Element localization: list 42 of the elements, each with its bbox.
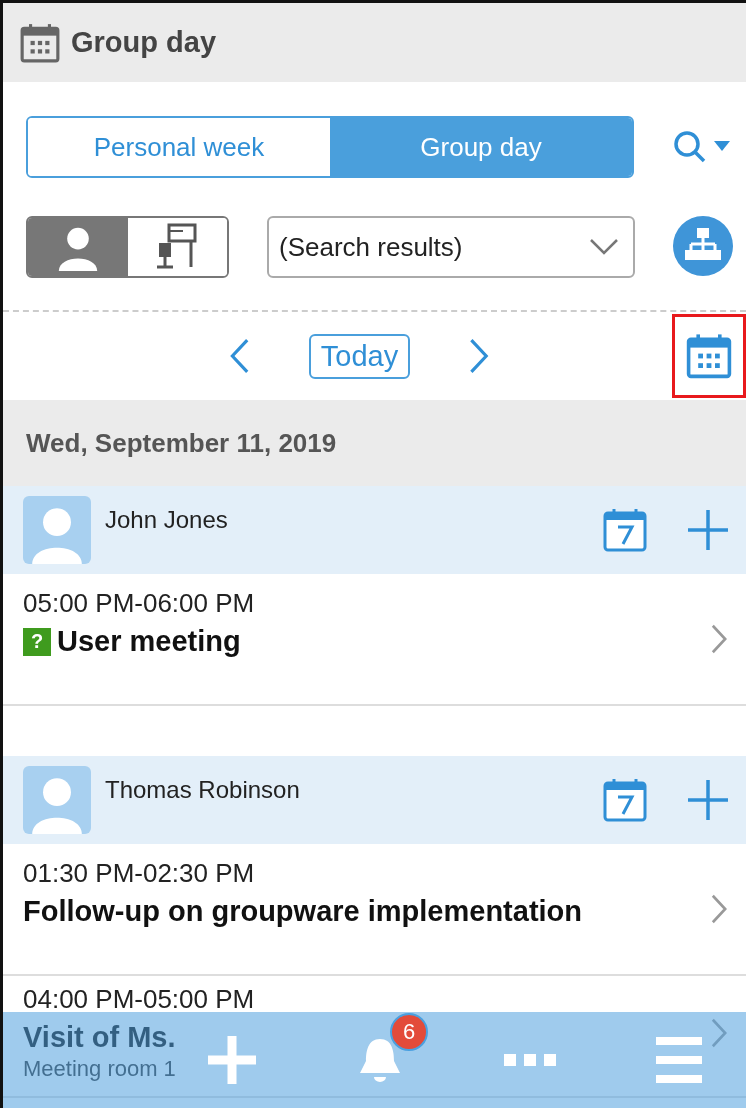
event-time: 01:30 PM-02:30 PM — [23, 858, 256, 889]
user-name: John Jones — [105, 506, 229, 534]
event-row[interactable]: 01:30 PM-02:30 PM Follow-up on groupware implementation — [3, 844, 746, 976]
chevron-right-icon — [468, 338, 490, 374]
page-title: Group day — [71, 26, 216, 59]
previous-button[interactable] — [229, 338, 251, 374]
next-button[interactable] — [468, 338, 490, 374]
calendar-day-button[interactable] — [602, 507, 648, 553]
plus-icon — [208, 1036, 256, 1084]
chevron-right-icon — [710, 894, 728, 924]
chevron-right-icon — [710, 1018, 728, 1048]
calendar-day-button[interactable] — [602, 777, 648, 823]
chevron-left-icon — [229, 338, 251, 374]
org-chart-icon — [673, 216, 733, 276]
event-title: User meeting — [57, 625, 241, 658]
calendar-button[interactable] — [672, 314, 746, 398]
event-title: Visit of Ms. — [23, 1021, 176, 1054]
notification-count: 6 — [390, 1013, 428, 1051]
event-time: 04:00 PM-05:00 PM — [23, 984, 256, 1015]
event-time: 05:00 PM-06:00 PM — [23, 588, 256, 619]
chevron-right-icon — [710, 624, 728, 654]
calendar-icon — [19, 21, 61, 64]
user-toggle-button[interactable] — [28, 218, 128, 276]
more-icon — [504, 1054, 556, 1066]
plus-icon — [688, 780, 728, 820]
calendar-icon — [685, 332, 733, 380]
desk-chair-icon — [155, 223, 200, 271]
dropdown-chevron-icon — [589, 238, 619, 256]
date-heading: Wed, September 11, 2019 — [3, 400, 746, 486]
add-button[interactable] — [688, 510, 728, 550]
org-chart-button[interactable] — [673, 216, 733, 276]
status-mark: ? — [23, 627, 51, 656]
event-place: Meeting room 1 — [23, 1056, 176, 1082]
add-button[interactable] — [688, 780, 728, 820]
plus-icon — [688, 510, 728, 550]
event-title: Follow-up on groupware implementation — [23, 895, 583, 928]
calendar-day-icon — [602, 507, 648, 553]
menu-icon — [656, 1037, 702, 1083]
group-select[interactable]: (Search results) — [267, 216, 635, 278]
user-name: Thomas Robinson — [105, 776, 301, 804]
calendar-day-icon — [602, 777, 648, 823]
event-row[interactable]: 05:00 PM-06:00 PM ? User meeting — [3, 574, 746, 706]
